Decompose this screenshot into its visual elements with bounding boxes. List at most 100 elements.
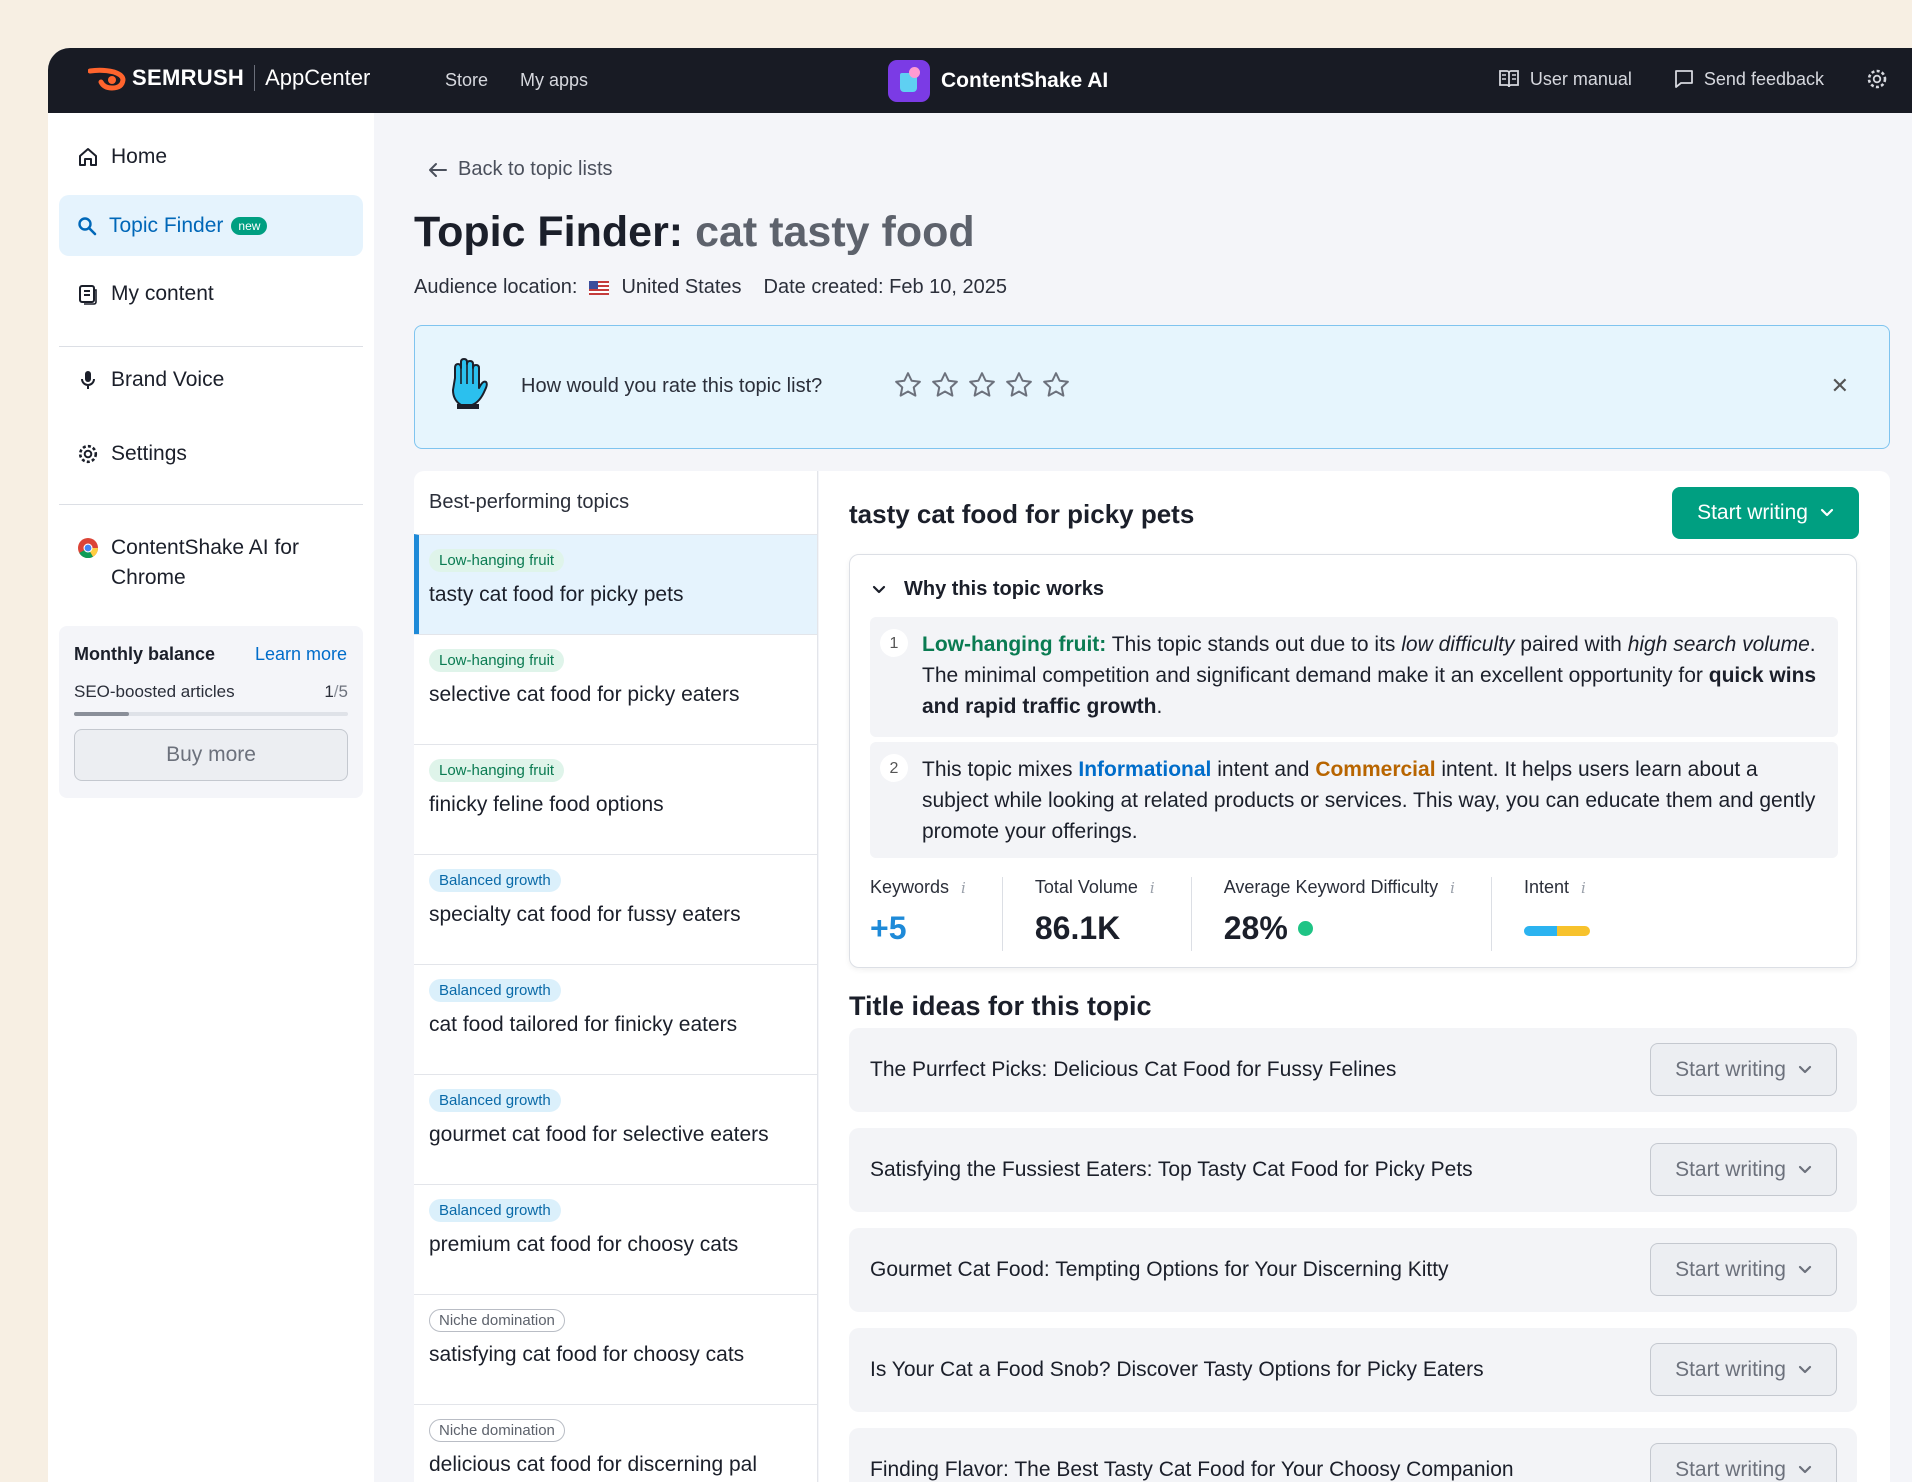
star-icon[interactable]: [1041, 370, 1071, 400]
topic-title: cat food tailored for finicky eaters: [429, 1013, 738, 1036]
star-rating: [893, 370, 1071, 400]
start-writing-button[interactable]: Start writing: [1650, 1243, 1837, 1296]
monthly-balance-card: Monthly balance Learn more SEO-boosted a…: [59, 626, 363, 798]
topic-item[interactable]: Balanced growth premium cat food for choo…: [414, 1184, 817, 1294]
stat-keyword-difficulty: Average Keyword Difficulty i 28%: [1224, 877, 1492, 951]
user-manual-link[interactable]: User manual: [1498, 69, 1632, 90]
brand-name: SEMRUSH: [132, 65, 245, 90]
chevron-down-icon: [1798, 1065, 1812, 1073]
topic-item[interactable]: Niche domination delicious cat food for d…: [414, 1404, 817, 1482]
topic-title: gourmet cat food for selective eaters: [429, 1123, 769, 1146]
send-feedback-link[interactable]: Send feedback: [1674, 69, 1824, 90]
topic-item[interactable]: Balanced growth gourmet cat food for sele…: [414, 1074, 817, 1184]
arrow-left-icon: [429, 162, 447, 177]
stat-value[interactable]: +5: [870, 910, 966, 947]
info-icon[interactable]: i: [1450, 879, 1455, 897]
title-idea-text: Gourmet Cat Food: Tempting Options for Y…: [870, 1258, 1449, 1281]
chevron-down-icon: [1798, 1465, 1812, 1473]
topic-detail-panel: tasty cat food for picky pets Start writ…: [819, 471, 1890, 1482]
topic-item[interactable]: Balanced growth cat food tailored for fin…: [414, 964, 817, 1074]
reason-item-2: 2 This topic mixes Informational intent …: [870, 742, 1838, 858]
reason-text: This topic mixes: [922, 758, 1079, 781]
app-name: ContentShake AI: [941, 69, 1109, 92]
topic-tag: Low-hanging fruit: [429, 649, 565, 672]
sidebar-item-settings[interactable]: Settings: [59, 423, 363, 484]
semrush-appcenter-logo[interactable]: SEMRUSH AppCenter: [88, 65, 370, 91]
stat-label: Average Keyword Difficulty: [1223, 877, 1439, 897]
sidebar-item-chrome-extension[interactable]: ContentShake AI for Chrome: [77, 533, 357, 593]
reason-lead: Low-hanging fruit:: [922, 633, 1107, 656]
topics-list: Low-hanging fruit tasty cat food for pick…: [414, 534, 817, 1482]
start-writing-label: Start writing: [1675, 1157, 1786, 1181]
page-title: Topic Finder: cat tasty food: [414, 208, 975, 257]
chevron-down-icon: [1798, 1265, 1812, 1273]
why-header[interactable]: Why this topic works: [872, 578, 1104, 601]
info-icon[interactable]: i: [1150, 879, 1155, 897]
learn-more-link[interactable]: Learn more: [255, 644, 347, 665]
info-icon[interactable]: i: [1581, 879, 1586, 897]
chevron-down-icon: [1798, 1365, 1812, 1373]
start-writing-button[interactable]: Start writing: [1672, 487, 1859, 539]
topic-tag: Balanced growth: [429, 1199, 561, 1222]
star-icon[interactable]: [930, 370, 960, 400]
topic-item[interactable]: Low-hanging fruit tasty cat food for pick…: [414, 534, 817, 634]
topic-stats: Keywords i +5 Total Volume i 86.1K Average…: [870, 877, 1658, 951]
sidebar-item-brand-voice[interactable]: Brand Voice: [59, 349, 363, 410]
balance-title: Monthly balance: [74, 644, 216, 664]
reason-number: 1: [880, 629, 908, 657]
sidebar-item-topic-finder[interactable]: Topic Finder new: [59, 195, 363, 256]
nav-store[interactable]: Store: [445, 70, 488, 91]
reason-text: .: [1156, 695, 1163, 718]
title-idea-row: Satisfying the Fussiest Eaters: Top Tast…: [849, 1128, 1857, 1212]
sidebar-divider: [59, 504, 363, 505]
sidebar-item-my-content[interactable]: My content: [59, 263, 363, 324]
back-label: Back to topic lists: [458, 158, 613, 180]
title-idea-row: The Purrfect Picks: Delicious Cat Food f…: [849, 1028, 1857, 1112]
sidebar-divider: [59, 346, 363, 347]
topic-item[interactable]: Low-hanging fruit selective cat food for …: [414, 634, 817, 744]
chevron-down-icon: [1798, 1165, 1812, 1173]
start-writing-button[interactable]: Start writing: [1650, 1043, 1837, 1096]
topic-item[interactable]: Niche domination satisfying cat food for …: [414, 1294, 817, 1404]
rating-banner: How would you rate this topic list? ✕: [414, 325, 1890, 449]
reason-text: intent and: [1211, 758, 1316, 781]
title-idea-row: Finding Flavor: The Best Tasty Cat Food …: [849, 1428, 1857, 1482]
start-writing-button[interactable]: Start writing: [1650, 1343, 1837, 1396]
star-icon[interactable]: [893, 370, 923, 400]
stat-label: Keywords: [870, 877, 950, 897]
why-title: Why this topic works: [904, 578, 1105, 600]
microphone-icon: [81, 370, 95, 389]
app-title: ContentShake AI: [888, 60, 1108, 102]
sidebar-item-label: Settings: [111, 441, 187, 465]
start-writing-button[interactable]: Start writing: [1650, 1143, 1837, 1196]
topic-item[interactable]: Balanced growth specialty cat food for fu…: [414, 854, 817, 964]
topic-tag: Balanced growth: [429, 979, 561, 1002]
back-to-topic-lists-link[interactable]: Back to topic lists: [428, 158, 613, 181]
title-idea-text: Finding Flavor: The Best Tasty Cat Food …: [870, 1458, 1514, 1481]
start-writing-label: Start writing: [1675, 1357, 1786, 1381]
search-icon: [78, 216, 97, 235]
star-icon[interactable]: [967, 370, 997, 400]
topics-list-header: Best-performing topics: [429, 491, 630, 513]
close-icon[interactable]: ✕: [1831, 373, 1849, 399]
difficulty-dot: [1297, 921, 1313, 936]
stat-value: 28%: [1223, 910, 1288, 946]
topic-list-meta: Audience location: United States Date cr…: [414, 276, 1007, 299]
topic-item[interactable]: Low-hanging fruit finicky feline food opt…: [414, 744, 817, 854]
info-icon[interactable]: i: [961, 879, 966, 897]
stat-total-volume: Total Volume i 86.1K: [1035, 877, 1192, 951]
sidebar-item-home[interactable]: Home: [59, 126, 363, 187]
topic-detail-title: tasty cat food for picky pets: [849, 499, 1195, 529]
gear-icon[interactable]: [1866, 68, 1888, 90]
balance-progress-fill: [74, 712, 129, 716]
rating-question: How would you rate this topic list?: [521, 375, 823, 397]
buy-more-button[interactable]: Buy more: [74, 729, 348, 781]
balance-total: 5: [338, 682, 348, 701]
star-icon[interactable]: [1004, 370, 1034, 400]
reason-text: paired with: [1514, 633, 1628, 656]
start-writing-label: Start writing: [1675, 1457, 1786, 1481]
chevron-down-icon: [1820, 508, 1834, 517]
nav-my-apps[interactable]: My apps: [520, 70, 588, 91]
reason-number: 2: [880, 754, 908, 782]
start-writing-button[interactable]: Start writing: [1650, 1443, 1837, 1482]
